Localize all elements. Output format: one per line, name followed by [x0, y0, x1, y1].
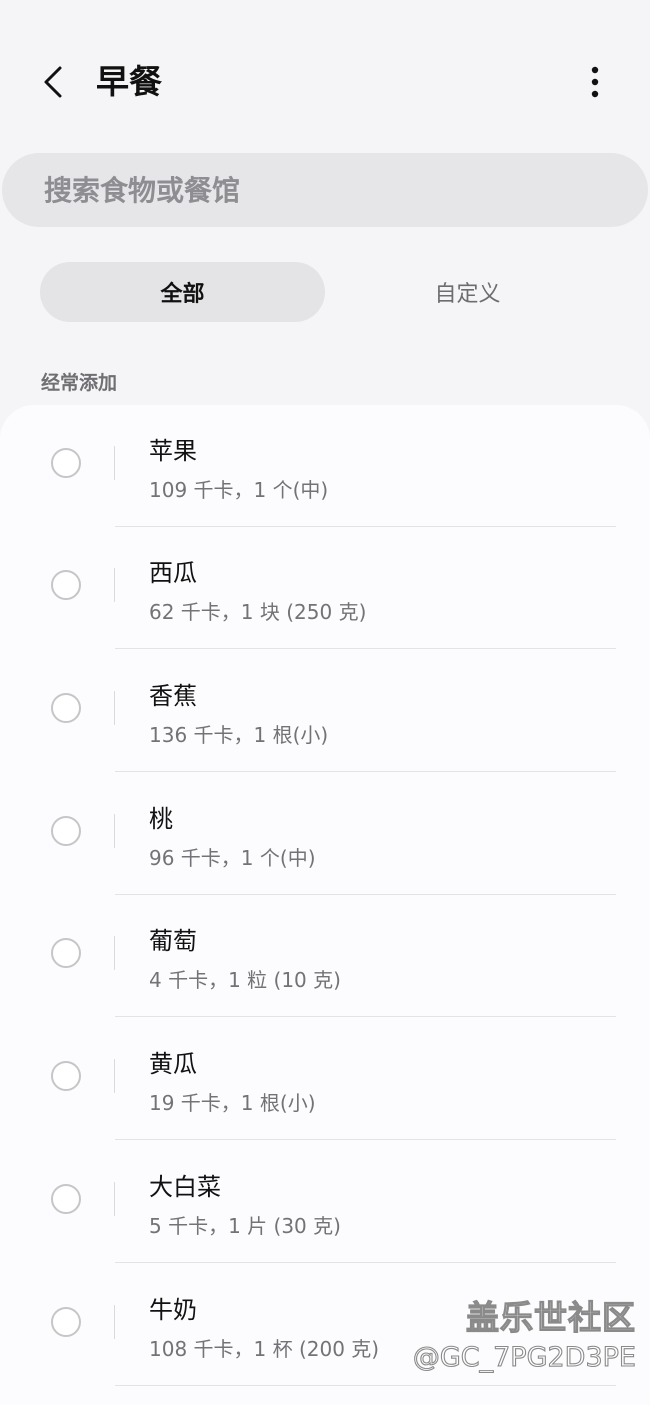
food-detail: 62 千卡，1 块 (250 克) — [149, 600, 367, 624]
food-name: 香蕉 — [149, 682, 197, 710]
divider — [115, 771, 616, 772]
divider — [115, 1139, 616, 1140]
list-item[interactable]: 香蕉 136 千卡，1 根(小) — [0, 650, 650, 772]
food-name: 桃 — [149, 805, 173, 833]
food-name: 黄瓜 — [149, 1050, 197, 1078]
divider — [115, 1262, 616, 1263]
list-item[interactable]: 苹果 109 千卡，1 个(中) — [0, 405, 650, 527]
divider — [114, 814, 115, 848]
section-label-frequent: 经常添加 — [41, 372, 118, 394]
divider — [115, 648, 616, 649]
list-item[interactable]: 黄瓜 19 千卡，1 根(小) — [0, 1018, 650, 1140]
list-item[interactable]: 桃 96 千卡，1 个(中) — [0, 773, 650, 895]
food-list: 苹果 109 千卡，1 个(中) 西瓜 62 千卡，1 块 (250 克) 香蕉… — [0, 405, 650, 1405]
food-detail: 96 千卡，1 个(中) — [149, 846, 316, 870]
divider — [114, 691, 115, 725]
select-radio[interactable] — [51, 570, 81, 600]
search-input[interactable] — [42, 172, 606, 208]
list-item[interactable]: 葡萄 4 千卡，1 粒 (10 克) — [0, 895, 650, 1017]
food-name: 葡萄 — [149, 927, 197, 955]
divider — [114, 1305, 115, 1339]
divider — [114, 1182, 115, 1216]
food-detail: 136 千卡，1 根(小) — [149, 723, 329, 747]
search-bar — [2, 153, 648, 227]
divider — [114, 568, 115, 602]
food-name: 牛奶 — [149, 1296, 197, 1324]
divider — [115, 1385, 616, 1386]
select-radio[interactable] — [51, 1184, 81, 1214]
divider — [114, 1059, 115, 1093]
select-radio[interactable] — [51, 1061, 81, 1091]
select-radio[interactable] — [51, 448, 81, 478]
food-detail: 5 千卡，1 片 (30 克) — [149, 1214, 341, 1238]
tab-all[interactable]: 全部 — [40, 262, 325, 322]
more-vertical-icon — [591, 66, 599, 98]
divider — [115, 1016, 616, 1017]
list-item[interactable]: 牛奶 108 千卡，1 杯 (200 克) — [0, 1264, 650, 1386]
food-detail: 4 千卡，1 粒 (10 克) — [149, 968, 341, 992]
tab-custom[interactable]: 自定义 — [325, 262, 610, 322]
select-radio[interactable] — [51, 693, 81, 723]
food-detail: 109 千卡，1 个(中) — [149, 478, 329, 502]
food-name: 大白菜 — [149, 1173, 221, 1201]
filter-tabs: 全部 自定义 — [40, 262, 610, 322]
back-button[interactable] — [30, 58, 78, 106]
divider — [114, 446, 115, 480]
divider — [114, 936, 115, 970]
select-radio[interactable] — [51, 1307, 81, 1337]
more-options-button[interactable] — [572, 58, 618, 106]
food-detail: 19 千卡，1 根(小) — [149, 1091, 316, 1115]
chevron-left-icon — [44, 66, 62, 98]
select-radio[interactable] — [51, 816, 81, 846]
list-item[interactable]: 大白菜 5 千卡，1 片 (30 克) — [0, 1141, 650, 1263]
food-detail: 108 千卡，1 杯 (200 克) — [149, 1337, 380, 1361]
food-name: 西瓜 — [149, 559, 197, 587]
select-radio[interactable] — [51, 938, 81, 968]
page-title: 早餐 — [96, 62, 162, 101]
app-header: 早餐 — [0, 0, 650, 160]
list-item[interactable]: 西瓜 62 千卡，1 块 (250 克) — [0, 527, 650, 649]
food-name: 苹果 — [149, 437, 197, 465]
